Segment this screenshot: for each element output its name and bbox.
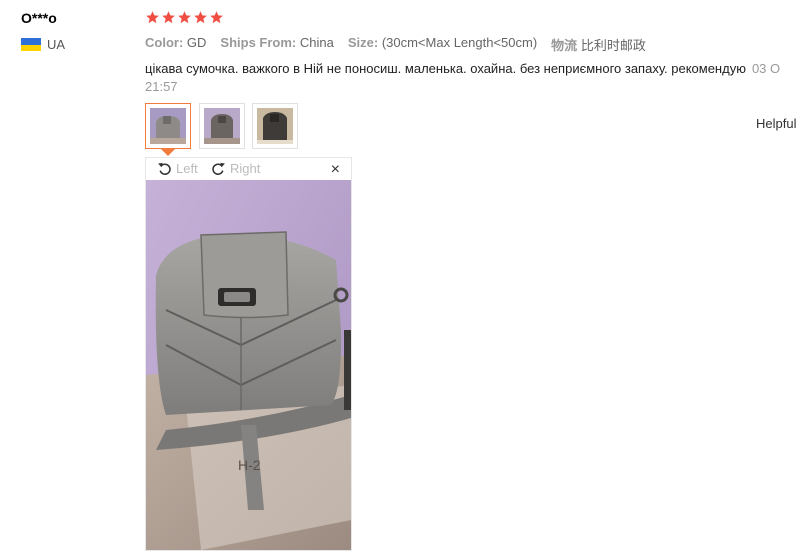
rotate-right-icon: [212, 162, 225, 175]
sku-color: Color: GD: [145, 35, 207, 50]
bag-photo-thumbnail: [204, 108, 240, 144]
viewer-toolbar: Left Right ×: [146, 158, 351, 180]
review-photo: H-2: [146, 180, 351, 550]
rotate-right-button[interactable]: Right: [210, 160, 260, 177]
rotate-right-label: Right: [230, 161, 261, 176]
ukraine-flag-icon: [21, 38, 41, 51]
star-icon: [146, 11, 159, 24]
review-body: цікава сумочка. важкого в Ній не поносиш…: [145, 60, 800, 96]
bag-photo-thumbnail: [257, 108, 293, 144]
bag-photo-thumbnail: [150, 108, 186, 144]
close-icon[interactable]: ×: [331, 161, 340, 179]
sku-ships-from: Ships From: China: [220, 35, 334, 50]
image-viewer: Left Right × H-2: [145, 157, 352, 551]
review-thumbnail[interactable]: [145, 103, 191, 149]
star-rating: [145, 10, 224, 25]
sku-logistics: 物流 比利时邮政: [551, 38, 646, 53]
rotate-left-icon: [158, 162, 171, 175]
rotate-left-button[interactable]: Left: [156, 160, 198, 177]
review-text: цікава сумочка. важкого в Ній не поносиш…: [145, 61, 746, 76]
review-time: 21:57: [145, 79, 178, 94]
country-code: UA: [47, 37, 66, 52]
svg-text:H-2: H-2: [238, 457, 261, 473]
review-thumbnail[interactable]: [199, 103, 245, 149]
star-icon: [178, 11, 191, 24]
star-icon: [162, 11, 175, 24]
star-icon: [194, 11, 207, 24]
rotate-left-label: Left: [176, 161, 198, 176]
helpful-link[interactable]: Helpful: [756, 116, 796, 131]
star-icon: [210, 11, 223, 24]
active-thumbnail-indicator: [161, 149, 175, 156]
review-thumbnail[interactable]: [252, 103, 298, 149]
reviewer-name: O***o: [21, 10, 57, 26]
sku-size: Size: (30cm<Max Length<50cm): [347, 35, 538, 50]
review-date: 03 O: [751, 61, 781, 76]
sku-info: Color: GD Ships From: China Size: (30cm<…: [145, 35, 660, 54]
reviewer-country: UA: [21, 37, 65, 52]
